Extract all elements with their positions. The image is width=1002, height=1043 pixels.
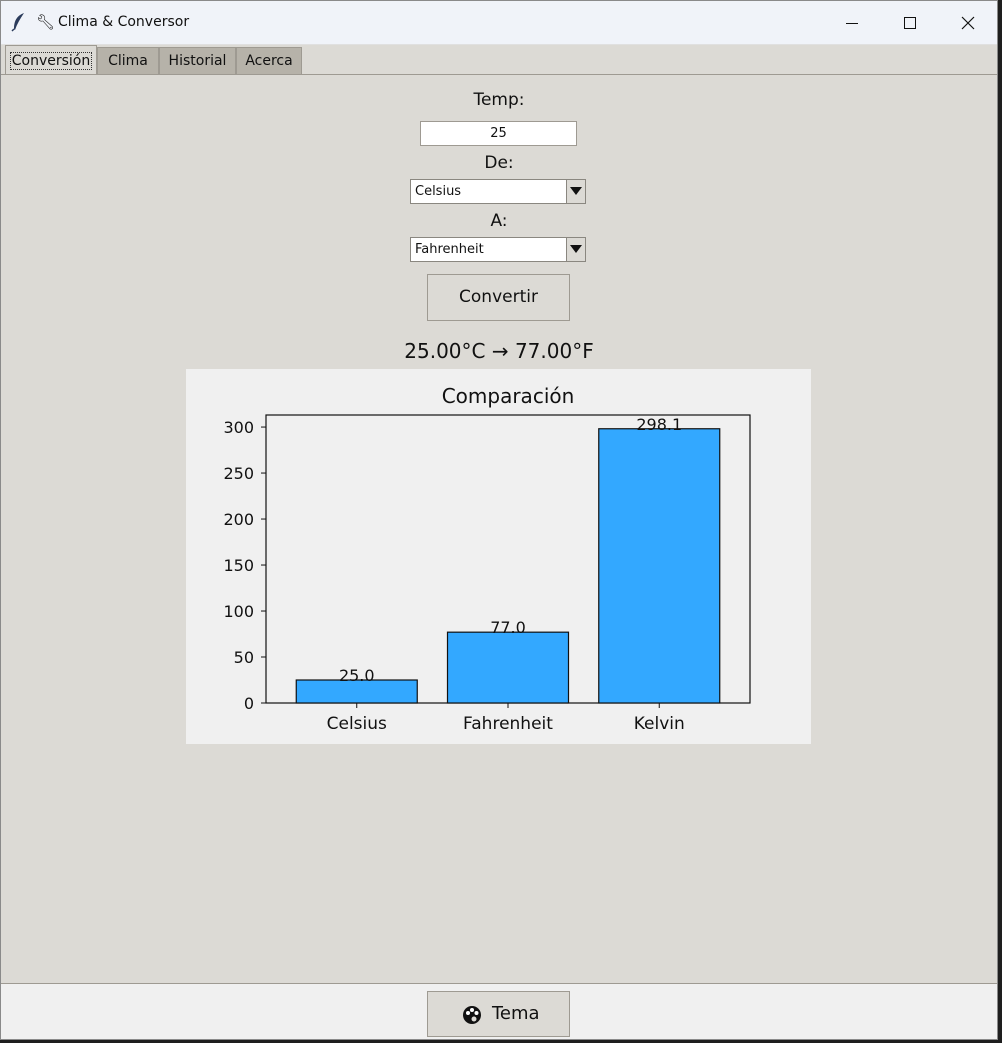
result-text: 25.00°C → 77.00°F — [404, 339, 594, 363]
window-title: Clima & Conversor — [58, 14, 190, 30]
temp-input[interactable] — [420, 121, 577, 146]
feather-icon — [11, 13, 24, 32]
y-tick-label: 0 — [244, 694, 254, 713]
bar — [446, 631, 570, 704]
palette-icon — [463, 1006, 481, 1024]
close-icon — [961, 16, 975, 30]
from-unit-select[interactable]: Celsius — [410, 179, 586, 204]
app-window: 🔧︎ Clima & Conversor Conversión Clima Hi… — [0, 0, 998, 1040]
y-tick-label: 250 — [223, 464, 254, 483]
minimize-icon — [846, 23, 858, 24]
y-tick-label: 100 — [223, 602, 254, 621]
tab-historial[interactable]: Historial — [159, 47, 236, 74]
to-label: A: — [490, 211, 508, 231]
data-label: 298.1 — [636, 415, 682, 434]
temp-label: Temp: — [473, 90, 525, 110]
chevron-down-icon — [570, 187, 582, 195]
tab-clima[interactable]: Clima — [97, 47, 159, 74]
y-tick-label: 300 — [223, 418, 254, 437]
tab-label: Acerca — [245, 53, 293, 69]
y-tick-label: 200 — [223, 510, 254, 529]
tab-divider — [1, 74, 997, 75]
maximize-icon — [904, 17, 916, 29]
x-tick-label: Celsius — [327, 714, 387, 734]
maximize-button[interactable] — [881, 1, 939, 44]
to-unit-select[interactable]: Fahrenheit — [410, 237, 586, 262]
wrench-icon: 🔧︎ — [36, 13, 56, 31]
y-tick-label: 150 — [223, 556, 254, 575]
chart-title: Comparación — [442, 384, 575, 408]
tab-conversion[interactable]: Conversión — [5, 45, 97, 75]
theme-button[interactable]: Tema — [427, 991, 570, 1037]
close-button[interactable] — [939, 1, 997, 44]
to-dropdown-button[interactable] — [566, 238, 585, 261]
title-bar: 🔧︎ Clima & Conversor — [1, 1, 997, 45]
tab-bar: Conversión Clima Historial Acerca — [1, 45, 997, 75]
tab-label: Historial — [168, 53, 227, 69]
x-tick-label: Fahrenheit — [463, 714, 553, 734]
data-label: 25.0 — [339, 666, 375, 685]
chart-svg: Comparación 0 50 100 150 200 250 300 Celsius 25.0… — [223, 384, 751, 734]
from-unit-value: Celsius — [415, 184, 462, 199]
theme-button-label: Tema — [492, 1003, 540, 1024]
data-label: 77.0 — [490, 618, 526, 637]
comparison-chart: Comparación 0 50 100 150 200 250 300 Celsius 25.0… — [186, 369, 811, 744]
to-unit-value: Fahrenheit — [415, 242, 484, 257]
from-dropdown-button[interactable] — [566, 180, 585, 203]
minimize-button[interactable] — [823, 1, 881, 44]
tab-acerca[interactable]: Acerca — [236, 47, 302, 74]
from-label: De: — [484, 153, 514, 173]
tab-label: Clima — [108, 53, 148, 69]
x-tick-label: Kelvin — [634, 714, 685, 734]
footer-bar: Tema — [1, 984, 997, 1039]
y-tick-label: 50 — [234, 648, 254, 667]
bar — [598, 428, 721, 704]
convert-button[interactable]: Convertir — [427, 274, 570, 321]
chevron-down-icon — [570, 245, 582, 253]
tab-label: Conversión — [9, 52, 93, 70]
